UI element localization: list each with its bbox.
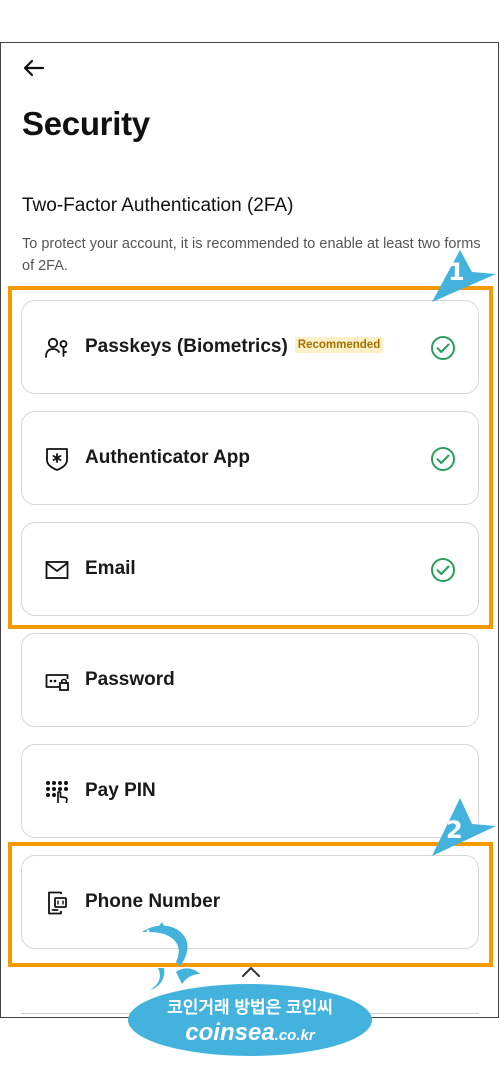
marker-arrow-icon bbox=[432, 798, 496, 856]
marker-number: 2 bbox=[446, 816, 463, 844]
password-icon bbox=[45, 674, 69, 691]
annotation-marker-1: 1 bbox=[430, 248, 498, 304]
keypad-icon bbox=[46, 781, 68, 804]
watermark-domain: coinsea.co.kr bbox=[185, 1019, 315, 1046]
chevron-up-icon[interactable] bbox=[240, 965, 262, 979]
dolphin-logo-icon bbox=[142, 922, 200, 990]
watermark-korean-text: 코인거래 방법은 코인씨 bbox=[167, 998, 333, 1017]
coinsea-watermark: 코인거래 방법은 코인씨 coinsea.co.kr bbox=[128, 984, 372, 1056]
marker-number: 1 bbox=[448, 258, 465, 286]
back-arrow-icon[interactable] bbox=[19, 53, 49, 83]
method-label: Password bbox=[85, 669, 175, 690]
method-card-password[interactable]: Password bbox=[21, 633, 479, 727]
highlight-box-2 bbox=[8, 842, 493, 967]
annotation-marker-2: 2 bbox=[430, 796, 498, 858]
section-title: Two-Factor Authentication (2FA) bbox=[22, 195, 294, 216]
method-label: Pay PIN bbox=[85, 780, 156, 801]
method-card-pay-pin[interactable]: Pay PIN bbox=[21, 744, 479, 838]
highlight-box-1 bbox=[8, 286, 493, 629]
section-description: To protect your account, it is recommend… bbox=[22, 236, 481, 274]
page-title: Security bbox=[22, 105, 150, 142]
